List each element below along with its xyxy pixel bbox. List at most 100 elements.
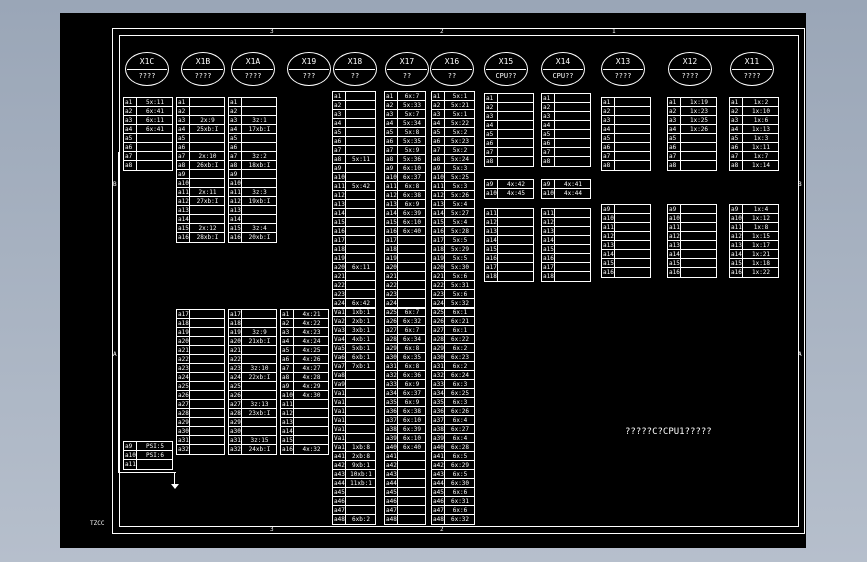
pin-label: a34 bbox=[433, 389, 445, 398]
signal-label: 5x:21 bbox=[450, 102, 470, 109]
table-row: a27 6x:7 bbox=[385, 326, 425, 335]
table-row: a6 4x:26 bbox=[281, 355, 328, 364]
signal-label: 4x:26 bbox=[302, 356, 321, 363]
pin-label: a19 bbox=[178, 328, 190, 337]
pin-label: a4 bbox=[730, 125, 743, 134]
signal-label: 6x:39 bbox=[402, 426, 422, 433]
table-row: a42 bbox=[385, 461, 425, 470]
table-row: a12 5x:26 bbox=[432, 191, 474, 200]
pin-label: a11 bbox=[334, 182, 346, 191]
signal-label bbox=[243, 319, 276, 328]
signal-label: 6x:38 bbox=[402, 192, 422, 199]
signal-label: 6x:22 bbox=[450, 336, 470, 343]
signal-label bbox=[191, 107, 224, 116]
drawing-note: ?????C?CPU1????? bbox=[625, 427, 712, 437]
pin-label: a7 bbox=[333, 146, 346, 155]
signal-label: 5x:6 bbox=[452, 291, 468, 298]
pin-label: a18 bbox=[334, 245, 346, 254]
pin-label: a13 bbox=[669, 241, 681, 250]
pin-label: a9 bbox=[485, 180, 498, 189]
table-row: Va16 1xb:8 bbox=[333, 443, 375, 452]
signal-label bbox=[295, 436, 328, 445]
signal-label: 25xb:I bbox=[196, 126, 219, 133]
table-row: a5 bbox=[177, 134, 224, 143]
table-row: a16 20xb:I bbox=[229, 233, 276, 242]
frame-mark: B bbox=[113, 181, 117, 188]
table-row: a1 bbox=[602, 98, 650, 107]
signal-label bbox=[191, 134, 224, 143]
signal-label: 1x:3 bbox=[753, 135, 769, 142]
table-row: a1 6x:7 bbox=[385, 92, 425, 101]
signal-label bbox=[347, 92, 375, 101]
signal-label: 6x:9 bbox=[404, 399, 420, 406]
signal-label: 5x:22 bbox=[450, 120, 470, 127]
signal-label bbox=[399, 245, 425, 254]
signal-label: 6x:39 bbox=[402, 210, 422, 217]
pin-label: a16 bbox=[486, 254, 498, 263]
pin-label: a4 bbox=[668, 125, 681, 134]
pin-label: a15 bbox=[334, 218, 346, 227]
table-row: a2 1x:23 bbox=[668, 107, 716, 116]
signal-label bbox=[682, 214, 716, 223]
table-row: a43 6x:5 bbox=[432, 470, 474, 479]
table-row: a29 bbox=[177, 418, 224, 427]
table-row: a15 bbox=[668, 259, 716, 268]
signal-label: 5x:28 bbox=[450, 228, 470, 235]
signal-label bbox=[138, 460, 172, 469]
pin-label: Va2 bbox=[334, 317, 346, 326]
signal-label bbox=[347, 407, 375, 416]
pin-table-x16-top: a1 5x:1 a2 5x:21 a3 5x:1 a4 5x:22 a5 5x:2 a6 5x:23 a… bbox=[431, 91, 475, 309]
signal-label: 5x:3 bbox=[452, 183, 468, 190]
table-row: a18 bbox=[229, 319, 276, 328]
pin-label: a13 bbox=[603, 241, 615, 250]
signal-label bbox=[243, 418, 276, 427]
table-row: a22 5x:31 bbox=[432, 281, 474, 290]
signal-label: 5x:25 bbox=[450, 174, 470, 181]
pin-label: a13 bbox=[731, 241, 743, 250]
pin-label: a10 bbox=[669, 214, 681, 223]
pin-label: a39 bbox=[433, 434, 445, 443]
signal-label: 5x:11 bbox=[145, 99, 165, 106]
table-row: a30 bbox=[229, 427, 276, 436]
table-row: a5 bbox=[124, 134, 172, 143]
pin-label: a29 bbox=[178, 418, 190, 427]
pin-label: a7 bbox=[432, 146, 445, 155]
signal-label bbox=[191, 409, 224, 418]
connector-desc: ?? bbox=[402, 72, 412, 80]
table-row: a17 bbox=[485, 263, 533, 272]
pin-label: a1 bbox=[385, 92, 398, 101]
signal-label: 6x:32 bbox=[450, 516, 470, 523]
table-row: a4 bbox=[333, 119, 375, 128]
pin-label: a18 bbox=[230, 319, 242, 328]
signal-label bbox=[347, 173, 375, 182]
signal-label bbox=[556, 263, 590, 272]
signal-label bbox=[556, 94, 590, 103]
signal-label: 1x:4 bbox=[753, 206, 769, 213]
table-row: a8 bbox=[485, 157, 533, 166]
connector-desc: ???? bbox=[194, 72, 212, 80]
table-row: a16 4x:32 bbox=[281, 445, 328, 454]
pin-label: a10 bbox=[386, 173, 398, 182]
pin-table-x14-bot: a11 a12 a13 a14 a15 a16 a17 a18 bbox=[541, 208, 591, 282]
table-row: a6 bbox=[124, 143, 172, 152]
pin-label: a14 bbox=[669, 250, 681, 259]
signal-label bbox=[499, 112, 533, 121]
table-row: a5 4x:25 bbox=[281, 346, 328, 355]
pin-label: a6 bbox=[542, 139, 555, 148]
signal-label bbox=[616, 214, 650, 223]
table-row: a8 bbox=[668, 161, 716, 170]
pin-label: a5 bbox=[177, 134, 190, 143]
table-row: a10 bbox=[668, 214, 716, 223]
pin-label: a33 bbox=[386, 380, 398, 389]
signal-label bbox=[556, 130, 590, 139]
signal-label: 4x:44 bbox=[563, 190, 583, 197]
signal-label: 1x:8 bbox=[753, 224, 769, 231]
connector-name: X13 bbox=[615, 57, 631, 66]
pin-label: a12 bbox=[731, 232, 743, 241]
signal-label bbox=[682, 241, 716, 250]
pin-label: Va3 bbox=[334, 326, 346, 335]
table-row: a7 bbox=[668, 152, 716, 161]
signal-label bbox=[243, 427, 276, 436]
signal-label: 6x:10 bbox=[402, 219, 422, 226]
table-row: a14 5x:27 bbox=[432, 209, 474, 218]
